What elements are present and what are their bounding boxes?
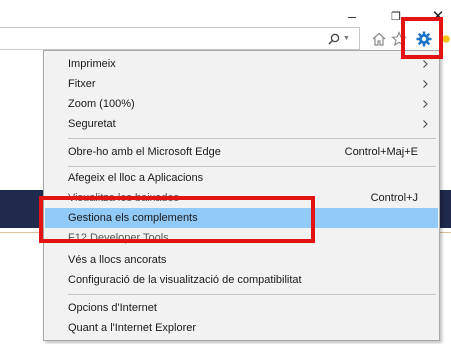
- minimize-button[interactable]: –: [339, 6, 365, 26]
- menu-item-compat-view[interactable]: Configuració de la visualització de comp…: [45, 270, 438, 290]
- menu-separator: [68, 138, 436, 139]
- menu-item-about-ie[interactable]: Quant a l'Internet Explorer: [45, 318, 438, 338]
- menu-item-add-site-apps[interactable]: Afegeix el lloc a Aplicacions: [45, 168, 438, 188]
- menu-item-open-edge[interactable]: Obre-ho amb el Microsoft Edge Control+Ma…: [45, 142, 438, 162]
- search-icon: [328, 33, 340, 45]
- menu-item-file[interactable]: Fitxer: [45, 74, 438, 94]
- address-bar[interactable]: [0, 27, 360, 50]
- menu-item-safety[interactable]: Seguretat: [45, 114, 438, 134]
- menu-item-internet-options[interactable]: Opcions d'Internet: [45, 298, 438, 318]
- shortcut-label: Control+Maj+E: [344, 146, 418, 158]
- menu-item-print[interactable]: Imprimeix: [45, 54, 438, 74]
- chevron-down-icon: ▼: [343, 35, 350, 42]
- gear-highlight-box: [401, 17, 443, 59]
- home-icon: [372, 32, 386, 46]
- item-highlight-box: [39, 196, 315, 243]
- home-button[interactable]: [369, 29, 389, 49]
- menu-separator: [68, 294, 436, 295]
- chevron-right-icon: [423, 60, 428, 68]
- menu-item-zoom[interactable]: Zoom (100%): [45, 94, 438, 114]
- menu-separator: [68, 166, 436, 167]
- chevron-right-icon: [423, 120, 428, 128]
- chevron-right-icon: [423, 100, 428, 108]
- search-button[interactable]: ▼: [321, 29, 357, 48]
- shortcut-label: Control+J: [370, 192, 418, 204]
- menu-item-pinned-sites[interactable]: Vés a llocs ancorats: [45, 250, 438, 270]
- chevron-right-icon: [423, 80, 428, 88]
